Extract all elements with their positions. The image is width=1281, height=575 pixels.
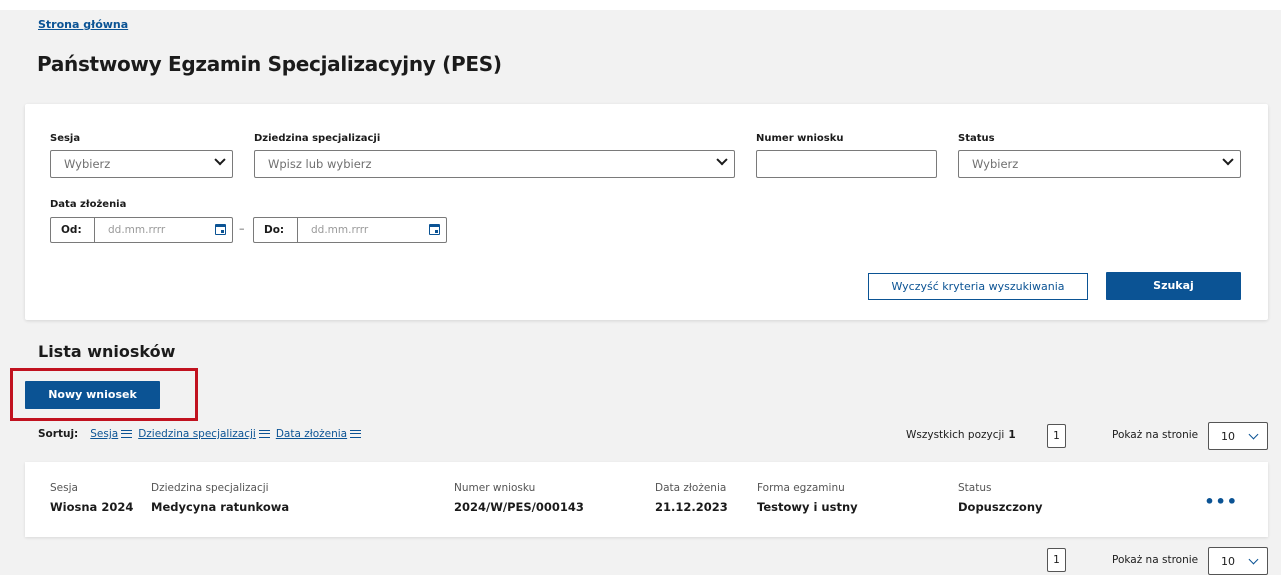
sesja-select[interactable]: Wybierz	[50, 150, 233, 178]
dziedzina-combobox-value: Wpisz lub wybierz	[268, 157, 372, 171]
cell-data: Data złożenia 21.12.2023	[655, 482, 728, 514]
menu-icon	[350, 430, 362, 438]
date-from-input[interactable]: dd.mm.rrrr	[95, 218, 232, 242]
col-header-dziedzina: Dziedzina specjalizacji	[151, 482, 269, 494]
chevron-down-icon	[214, 154, 226, 166]
sort-by-dziedzina[interactable]: Dziedzina specjalizacji	[138, 428, 270, 440]
breadcrumb-home-link[interactable]: Strona główna	[38, 18, 128, 31]
application-row: Sesja Wiosna 2024 Dziedzina specjalizacj…	[25, 462, 1268, 537]
col-header-forma: Forma egzaminu	[757, 482, 845, 494]
date-to-field[interactable]: Do: dd.mm.rrrr	[253, 217, 447, 243]
date-from-placeholder: dd.mm.rrrr	[108, 224, 166, 236]
sort-option-label: Sesja	[90, 428, 119, 440]
per-page-select[interactable]: 10	[1208, 422, 1268, 450]
cell-numer: Numer wniosku 2024/W/PES/000143	[454, 482, 584, 514]
list-title: Lista wniosków	[38, 342, 176, 361]
date-to-placeholder: dd.mm.rrrr	[311, 224, 369, 236]
search-filter-panel: Sesja Wybierz Dziedzina specjalizacji Wp…	[25, 104, 1268, 320]
row-sesja-value: Wiosna 2024	[50, 500, 134, 514]
top-strip	[0, 0, 1281, 10]
total-label: Wszystkich pozycji	[906, 429, 1005, 441]
total-count: Wszystkich pozycji 1	[906, 429, 1016, 441]
cell-sesja: Sesja Wiosna 2024	[50, 482, 133, 514]
per-page-label: Pokaż na stronie	[1112, 429, 1199, 441]
sort-option-label: Data złożenia	[275, 428, 348, 440]
cell-status: Status Dopuszczony	[958, 482, 1043, 514]
col-header-data: Data złożenia	[655, 482, 727, 494]
row-numer-value: 2024/W/PES/000143	[454, 500, 584, 514]
new-application-button[interactable]: Nowy wniosek	[25, 381, 160, 409]
calendar-icon[interactable]	[215, 224, 226, 235]
date-from-field[interactable]: Od: dd.mm.rrrr	[50, 217, 233, 243]
date-to-label: Do:	[254, 218, 298, 242]
dziedzina-label: Dziedzina specjalizacji	[254, 133, 381, 144]
clear-criteria-button[interactable]: Wyczyść kryteria wyszukiwania	[868, 273, 1088, 300]
date-from-label: Od:	[51, 218, 95, 242]
search-button[interactable]: Szukaj	[1106, 272, 1241, 300]
status-label: Status	[958, 133, 995, 144]
per-page-label-bottom: Pokaż na stronie	[1112, 554, 1199, 566]
row-dziedzina-value: Medycyna ratunkowa	[151, 500, 290, 514]
chevron-down-icon	[1248, 429, 1259, 440]
row-forma-value: Testowy i ustny	[757, 500, 858, 514]
page-number-input-bottom[interactable]: 1	[1047, 548, 1066, 572]
sesja-label: Sesja	[50, 133, 81, 144]
per-page-value: 10	[1221, 555, 1235, 568]
page-title: Państwowy Egzamin Specjalizacyjny (PES)	[37, 52, 502, 76]
date-to-input[interactable]: dd.mm.rrrr	[298, 218, 446, 242]
menu-icon	[258, 430, 270, 438]
data-zlozenia-label: Data złożenia	[50, 199, 127, 210]
cell-forma: Forma egzaminu Testowy i ustny	[757, 482, 858, 514]
sort-option-label: Dziedzina specjalizacji	[138, 428, 256, 440]
dziedzina-combobox[interactable]: Wpisz lub wybierz	[254, 150, 735, 178]
per-page-select-bottom[interactable]: 10	[1208, 547, 1268, 575]
status-select[interactable]: Wybierz	[958, 150, 1241, 178]
numer-wniosku-input[interactable]	[756, 150, 937, 178]
total-value: 1	[1008, 429, 1016, 441]
status-select-value: Wybierz	[972, 157, 1019, 171]
per-page-value: 10	[1221, 430, 1235, 443]
row-status-value: Dopuszczony	[958, 500, 1043, 514]
more-actions-icon[interactable]: •••	[1204, 492, 1238, 511]
chevron-down-icon	[1248, 554, 1259, 565]
menu-icon	[121, 430, 133, 438]
chevron-down-icon	[1222, 154, 1234, 166]
page-number-input[interactable]: 1	[1047, 424, 1066, 448]
numer-wniosku-label: Numer wniosku	[756, 133, 844, 144]
sort-by-sesja[interactable]: Sesja	[90, 428, 133, 440]
sesja-select-value: Wybierz	[64, 157, 111, 171]
col-header-sesja: Sesja	[50, 482, 78, 494]
col-header-numer: Numer wniosku	[454, 482, 536, 494]
calendar-icon[interactable]	[429, 224, 440, 235]
date-range-separator: –	[239, 222, 245, 235]
sort-by-data[interactable]: Data złożenia	[275, 428, 362, 440]
sort-label: Sortuj:	[38, 428, 79, 440]
chevron-down-icon	[716, 154, 728, 166]
col-header-status: Status	[958, 482, 992, 494]
row-data-value: 21.12.2023	[655, 500, 728, 514]
cell-dziedzina: Dziedzina specjalizacji Medycyna ratunko…	[151, 482, 289, 514]
sort-bar: Sortuj: Sesja Dziedzina specjalizacji Da…	[38, 428, 367, 440]
